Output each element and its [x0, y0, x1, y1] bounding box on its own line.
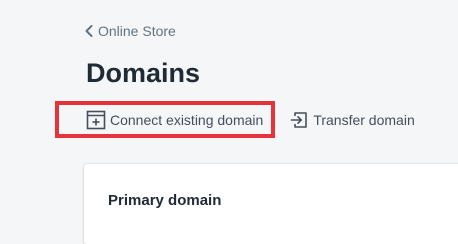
page-title: Domains	[86, 58, 201, 88]
transfer-domain-label: Transfer domain	[313, 112, 415, 128]
primary-domain-card: Primary domain	[84, 164, 458, 244]
breadcrumb-back-link[interactable]: Online Store	[84, 22, 176, 40]
connect-existing-domain-label: Connect existing domain	[110, 112, 264, 128]
card-title: Primary domain	[108, 192, 222, 209]
transfer-domain-button[interactable]: Transfer domain	[289, 106, 415, 134]
transfer-icon	[291, 112, 308, 128]
breadcrumb-label: Online Store	[98, 23, 176, 39]
chevron-left-icon	[85, 25, 93, 37]
page-actions: Connect existing domain Transfer domain	[86, 106, 415, 134]
connect-domain-icon	[86, 110, 106, 130]
connect-existing-domain-button[interactable]: Connect existing domain	[86, 106, 263, 134]
